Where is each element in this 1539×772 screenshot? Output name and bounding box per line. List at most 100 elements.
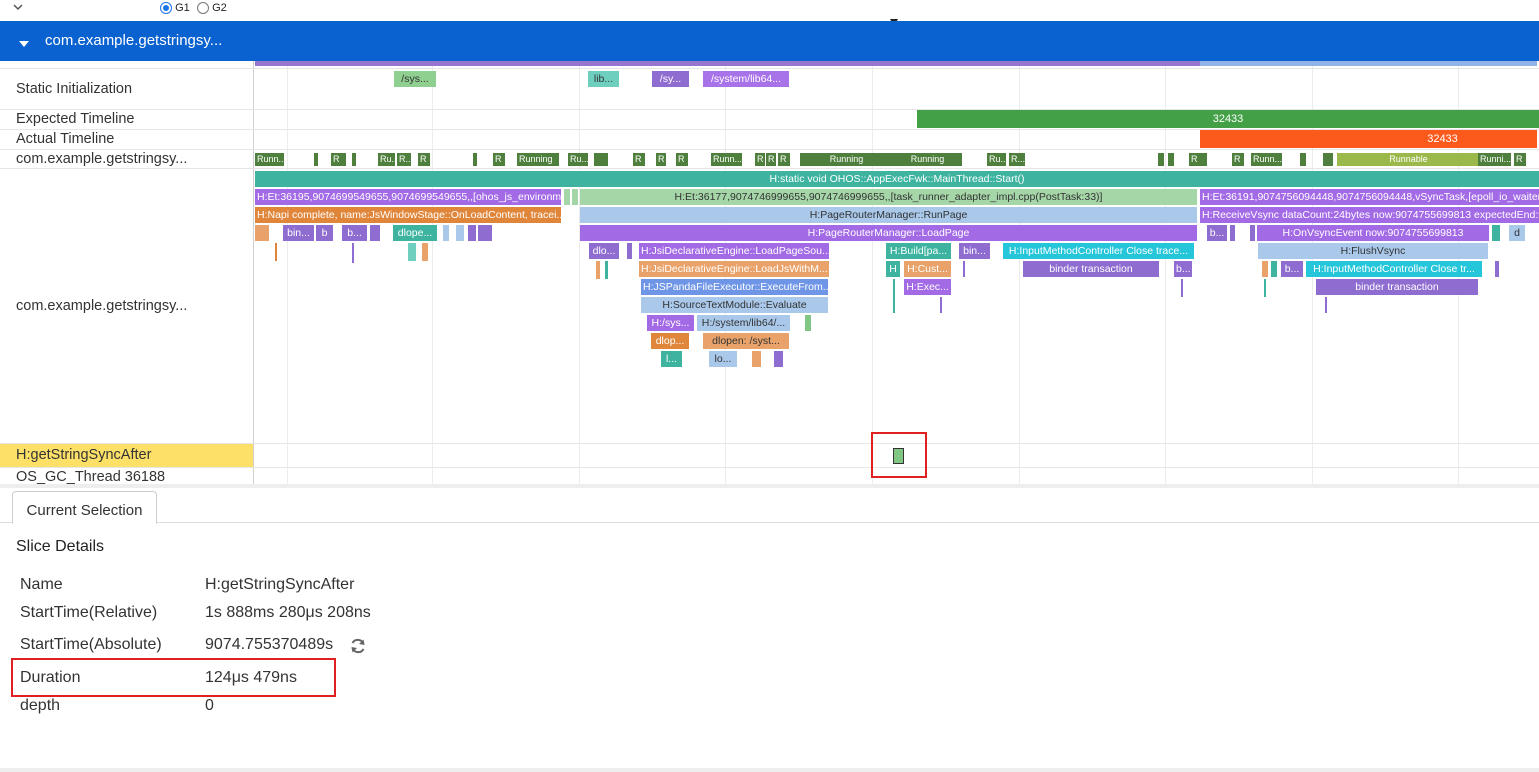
slice-sliver[interactable] (940, 297, 942, 313)
slice-sliver[interactable] (963, 261, 965, 277)
static-slice[interactable]: /sy... (652, 71, 689, 87)
slice-depth10[interactable] (774, 351, 783, 367)
slice-depth10[interactable]: l... (661, 351, 682, 367)
slice-depth1[interactable]: H:Et:36191,9074756094448,9074756094448,v… (1200, 189, 1539, 205)
slice-depth4[interactable]: dlo... (589, 243, 619, 259)
slice-sliver[interactable] (422, 243, 428, 261)
slice-sliver[interactable] (605, 261, 608, 279)
slice-depth3[interactable] (1230, 225, 1235, 241)
row-label-thread-state[interactable]: com.example.getstringsy... (0, 151, 253, 167)
slice-depth8[interactable] (805, 315, 811, 331)
tab-current-selection[interactable]: Current Selection (12, 491, 157, 524)
slice-depth5[interactable]: H:Cust... (904, 261, 951, 277)
state-segment[interactable]: Runni... (1478, 153, 1511, 166)
slice-depth2[interactable]: H:ReceiveVsync dataCount:24bytes now:907… (1200, 207, 1539, 223)
state-segment[interactable]: Running (800, 153, 891, 166)
state-segment[interactable]: Ru... (378, 153, 395, 166)
state-segment[interactable]: R (676, 153, 688, 166)
slice-sliver[interactable] (1181, 279, 1183, 297)
slice-depth3[interactable] (478, 225, 492, 241)
slice-depth4[interactable]: H:JsiDeclarativeEngine::LoadPageSou... (639, 243, 829, 259)
slice-depth3[interactable] (255, 225, 269, 241)
state-segment[interactable]: R (1514, 153, 1526, 166)
slice-depth5[interactable] (1495, 261, 1499, 277)
state-segment[interactable]: R (633, 153, 645, 166)
state-segment[interactable]: R (656, 153, 666, 166)
row-label-actual-timeline[interactable]: Actual Timeline (0, 131, 253, 147)
static-slice[interactable]: /system/lib64... (703, 71, 789, 87)
state-segment[interactable]: R (418, 153, 430, 166)
slice-depth5[interactable] (1271, 261, 1277, 277)
state-segment[interactable] (314, 153, 318, 166)
slice-sliver[interactable] (1264, 279, 1266, 297)
row-label-expected-timeline[interactable]: Expected Timeline (0, 111, 253, 127)
slice-depth5[interactable]: H:InputMethodController Close tr... (1306, 261, 1482, 277)
state-segment[interactable]: Running (517, 153, 559, 166)
slice-depth9[interactable]: dlop... (651, 333, 689, 349)
static-slice[interactable]: lib... (588, 71, 619, 87)
slice-depth3[interactable] (1492, 225, 1500, 241)
state-segment[interactable]: R (778, 153, 790, 166)
slice-depth1[interactable] (572, 189, 578, 205)
state-segment[interactable]: R (1189, 153, 1207, 166)
slice-depth3[interactable] (456, 225, 464, 241)
state-segment[interactable]: Ru... (568, 153, 588, 166)
slice-depth5[interactable]: binder transaction (1023, 261, 1159, 277)
slice-depth3[interactable]: dlope... (393, 225, 437, 241)
state-segment[interactable]: Runn... (711, 153, 742, 166)
slice-depth5[interactable]: b... (1174, 261, 1192, 277)
slice-sliver[interactable] (1325, 297, 1327, 313)
state-segment[interactable]: R (493, 153, 505, 166)
slice-depth7[interactable]: H:SourceTextModule::Evaluate (641, 297, 828, 313)
slice-depth4[interactable]: H:FlushVsync (1258, 243, 1488, 259)
radio-g2[interactable]: G2 (197, 1, 233, 15)
state-segment[interactable]: Running (891, 153, 962, 166)
slice-depth5[interactable]: H:JsiDeclarativeEngine::LoadJsWithM... (639, 261, 829, 277)
state-segment[interactable] (1168, 153, 1174, 166)
state-segment[interactable]: Runnable (1337, 153, 1478, 166)
time-cursor-marker[interactable] (890, 13, 898, 26)
expand-caret-icon[interactable] (18, 36, 30, 47)
slice-depth3[interactable]: b... (342, 225, 367, 241)
state-segment[interactable]: R (766, 153, 776, 166)
slice-depth3[interactable]: b (316, 225, 333, 241)
slice-depth4[interactable] (627, 243, 632, 259)
slice-depth1[interactable]: H:Et:36177,9074746999655,9074746999655,,… (580, 189, 1197, 205)
state-segment[interactable]: R... (1009, 153, 1025, 166)
state-segment[interactable]: R (755, 153, 765, 166)
state-segment[interactable] (594, 153, 608, 166)
slice-depth3[interactable] (370, 225, 380, 241)
collapse-chevron-icon[interactable] (12, 0, 24, 11)
slice-depth2[interactable]: H:Napi complete, name:JsWindowStage::OnL… (255, 207, 561, 223)
slice-sliver[interactable] (352, 243, 354, 263)
slice-depth10[interactable] (752, 351, 761, 367)
slice-depth4[interactable]: H:InputMethodController Close trace... (1003, 243, 1194, 259)
slice-sliver[interactable] (596, 261, 600, 279)
slice-sliver[interactable] (408, 243, 416, 261)
slice-depth3[interactable]: b... (1207, 225, 1227, 241)
slice-depth3[interactable]: bin... (283, 225, 314, 241)
state-segment[interactable] (1323, 153, 1333, 166)
state-segment[interactable]: R... (397, 153, 411, 166)
slice-depth3[interactable] (468, 225, 476, 241)
state-segment[interactable]: R (331, 153, 346, 166)
slice-depth3[interactable]: d (1509, 225, 1525, 241)
slice-sliver[interactable] (275, 243, 277, 261)
slice-depth3[interactable] (1250, 225, 1255, 241)
slice-depth9[interactable]: dlopen: /syst... (703, 333, 789, 349)
row-label-static-init[interactable]: Static Initialization (0, 81, 253, 97)
refresh-icon[interactable] (349, 637, 367, 655)
slice-depth5[interactable]: H (886, 261, 900, 277)
slice-depth0[interactable]: H:static void OHOS::AppExecFwk::MainThre… (255, 171, 1539, 187)
process-header[interactable]: com.example.getstringsy... (0, 21, 1539, 61)
slice-depth8[interactable]: H:/sys... (647, 315, 694, 331)
state-segment[interactable] (1300, 153, 1306, 166)
slice-depth6[interactable]: H:Exec... (904, 279, 951, 295)
slice-depth8[interactable]: H:/system/lib64/... (697, 315, 790, 331)
slice-depth10[interactable]: lo... (709, 351, 737, 367)
slice-depth5[interactable] (1262, 261, 1268, 277)
actual-frame[interactable]: 32433 (1200, 130, 1537, 148)
expected-frame[interactable]: 32433 (917, 110, 1539, 128)
slice-depth6[interactable]: binder transaction (1316, 279, 1478, 295)
state-segment[interactable] (1158, 153, 1164, 166)
